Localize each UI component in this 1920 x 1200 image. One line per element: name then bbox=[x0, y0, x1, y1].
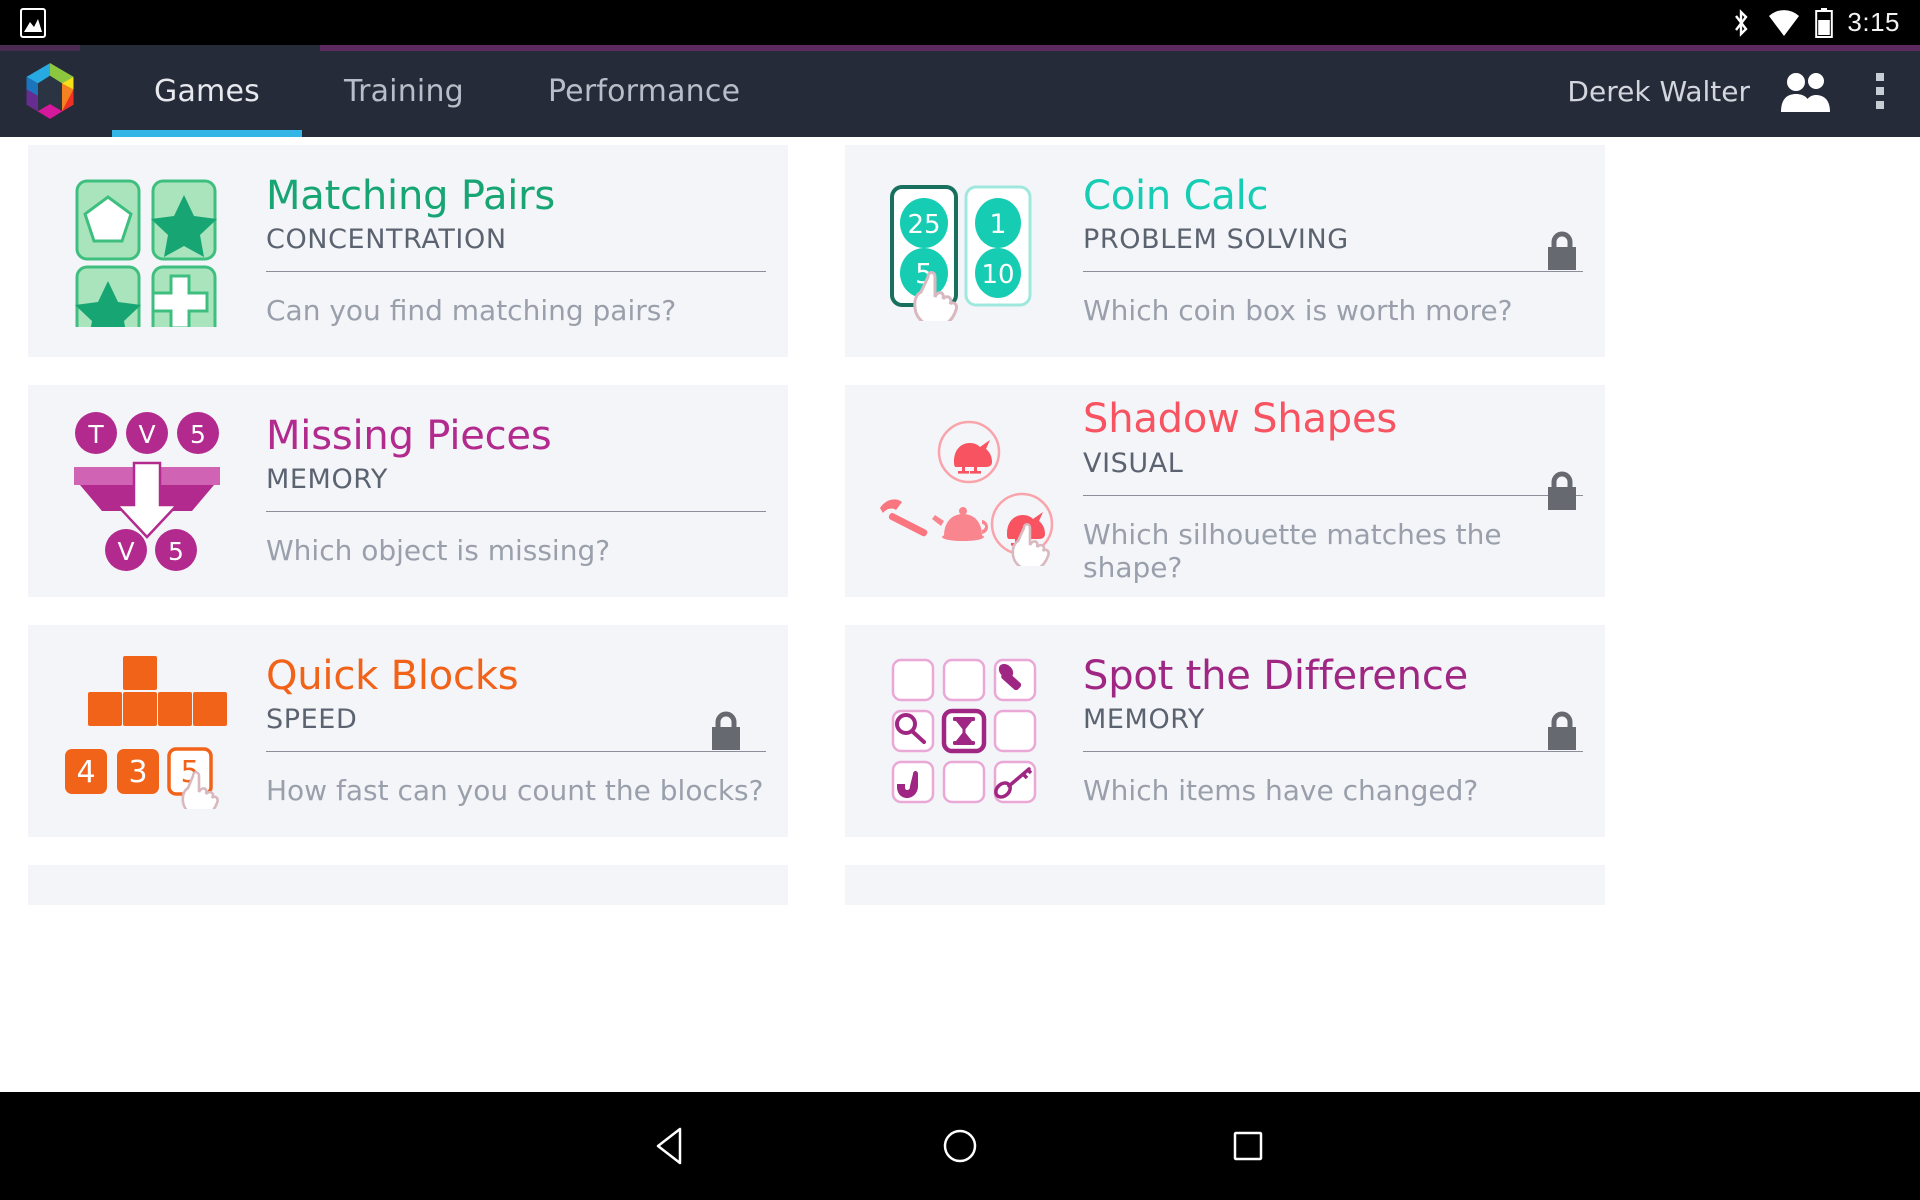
card-title: Shadow Shapes bbox=[1083, 396, 1398, 443]
coin-calc-icon: 25 5 1 10 bbox=[873, 166, 1055, 336]
game-card-shadow-shapes[interactable]: Shadow Shapes VISUAL Which silhouette ma… bbox=[845, 385, 1605, 597]
card-description: Which coin box is worth more? bbox=[1083, 294, 1513, 328]
game-card-next-right[interactable] bbox=[845, 865, 1605, 905]
battery-icon bbox=[1815, 7, 1834, 38]
app-bar-tabs: Games Training Performance bbox=[112, 45, 782, 137]
overflow-menu-icon[interactable] bbox=[1862, 73, 1890, 109]
card-body: Missing Pieces MEMORY Which object is mi… bbox=[238, 412, 766, 568]
teapot-icon bbox=[932, 507, 989, 541]
tab-performance[interactable]: Performance bbox=[506, 45, 782, 137]
card-title: Matching Pairs bbox=[266, 172, 556, 219]
card-divider bbox=[1083, 494, 1583, 496]
back-button[interactable] bbox=[643, 1117, 701, 1175]
card-category: PROBLEM SOLVING bbox=[1083, 224, 1349, 256]
bluetooth-icon bbox=[1735, 8, 1748, 37]
game-card-spot-the-difference[interactable]: Spot the Difference MEMORY Which items h… bbox=[845, 625, 1605, 837]
home-button[interactable] bbox=[931, 1117, 989, 1175]
status-bar-left bbox=[20, 7, 46, 38]
screenshot-icon bbox=[20, 7, 46, 38]
card-body: Coin Calc PROBLEM SOLVING Which coin box… bbox=[1055, 172, 1583, 328]
spot-the-difference-icon bbox=[873, 646, 1055, 816]
lock-icon bbox=[1548, 471, 1576, 510]
missing-pieces-icon: T V 5 V 5 bbox=[56, 406, 238, 576]
status-bar-right: 3:15 bbox=[1729, 7, 1900, 38]
card-description: How fast can you count the blocks? bbox=[266, 774, 764, 808]
tab-games[interactable]: Games bbox=[112, 45, 302, 137]
card-body: Quick Blocks SPEED How fast can you coun… bbox=[238, 652, 766, 808]
card-divider bbox=[266, 751, 766, 753]
token-top-2: V bbox=[138, 420, 155, 449]
tab-games-label: Games bbox=[154, 73, 260, 109]
lock-icon bbox=[1548, 231, 1576, 270]
tab-performance-label: Performance bbox=[547, 73, 741, 109]
home-circle-icon bbox=[943, 1129, 977, 1163]
card-divider bbox=[1083, 271, 1583, 273]
shadow-shapes-icon bbox=[873, 406, 1055, 576]
games-list[interactable]: Matching Pairs CONCENTRATION Can you fin… bbox=[0, 137, 1920, 1092]
games-grid: Matching Pairs CONCENTRATION Can you fin… bbox=[0, 137, 1920, 905]
card-divider bbox=[1083, 751, 1583, 753]
token-bottom-2: 5 bbox=[168, 537, 184, 566]
card-body: Matching Pairs CONCENTRATION Can you fin… bbox=[238, 172, 766, 328]
game-card-coin-calc[interactable]: 25 5 1 10 Coin Calc PROBLEM SOLVING Whic… bbox=[845, 145, 1605, 357]
game-card-next-left[interactable] bbox=[28, 865, 788, 905]
token-bottom-1: V bbox=[117, 537, 134, 566]
back-triangle-icon bbox=[656, 1127, 682, 1165]
status-bar: 3:15 bbox=[0, 0, 1920, 45]
card-description: Can you find matching pairs? bbox=[266, 294, 677, 328]
app-bar: Games Training Performance Derek Walter bbox=[0, 45, 1920, 137]
answer-1: 4 bbox=[76, 755, 95, 790]
quick-blocks-icon: 4 3 5 bbox=[56, 646, 238, 816]
duck-icon bbox=[954, 440, 992, 474]
card-category: MEMORY bbox=[266, 464, 389, 496]
app-bar-right: Derek Walter bbox=[1567, 70, 1920, 112]
card-title: Missing Pieces bbox=[266, 412, 552, 459]
matching-pairs-icon bbox=[56, 166, 238, 336]
card-title: Coin Calc bbox=[1083, 172, 1269, 219]
wifi-icon bbox=[1769, 9, 1800, 36]
peak-logo[interactable] bbox=[22, 61, 78, 121]
lock-icon bbox=[1548, 711, 1576, 750]
lock-icon bbox=[712, 711, 740, 750]
card-body: Spot the Difference MEMORY Which items h… bbox=[1055, 652, 1583, 808]
card-divider bbox=[266, 511, 766, 513]
token-top-1: T bbox=[87, 420, 104, 449]
card-category: SPEED bbox=[266, 704, 358, 736]
answer-2: 3 bbox=[128, 755, 147, 790]
friends-icon[interactable] bbox=[1780, 70, 1832, 112]
card-category: MEMORY bbox=[1083, 704, 1206, 736]
coin-right-1: 1 bbox=[989, 209, 1006, 240]
card-title: Quick Blocks bbox=[266, 652, 519, 699]
status-bar-clock: 3:15 bbox=[1847, 7, 1900, 37]
game-card-missing-pieces[interactable]: T V 5 V 5 Missing Pieces MEMORY Which ob… bbox=[28, 385, 788, 597]
token-top-3: 5 bbox=[190, 420, 206, 449]
android-nav-bar bbox=[0, 1092, 1920, 1200]
game-card-quick-blocks[interactable]: 4 3 5 Quick Blocks SPEED How fast can yo… bbox=[28, 625, 788, 837]
card-divider bbox=[266, 271, 766, 273]
recents-square-icon bbox=[1233, 1131, 1263, 1161]
game-card-matching-pairs[interactable]: Matching Pairs CONCENTRATION Can you fin… bbox=[28, 145, 788, 357]
card-body: Shadow Shapes VISUAL Which silhouette ma… bbox=[1055, 396, 1583, 584]
card-description: Which items have changed? bbox=[1083, 774, 1479, 808]
card-category: CONCENTRATION bbox=[266, 224, 507, 256]
card-description: Which object is missing? bbox=[266, 534, 611, 568]
hammer-icon bbox=[880, 499, 928, 537]
user-name[interactable]: Derek Walter bbox=[1567, 75, 1750, 108]
recents-button[interactable] bbox=[1219, 1117, 1277, 1175]
coin-left-1: 25 bbox=[907, 210, 940, 240]
tab-training-label: Training bbox=[343, 73, 464, 109]
card-description: Which silhouette matches the shape? bbox=[1083, 517, 1502, 584]
tab-training[interactable]: Training bbox=[302, 45, 506, 137]
card-category: VISUAL bbox=[1083, 447, 1184, 479]
card-title: Spot the Difference bbox=[1083, 652, 1469, 699]
coin-right-2: 10 bbox=[981, 260, 1014, 290]
